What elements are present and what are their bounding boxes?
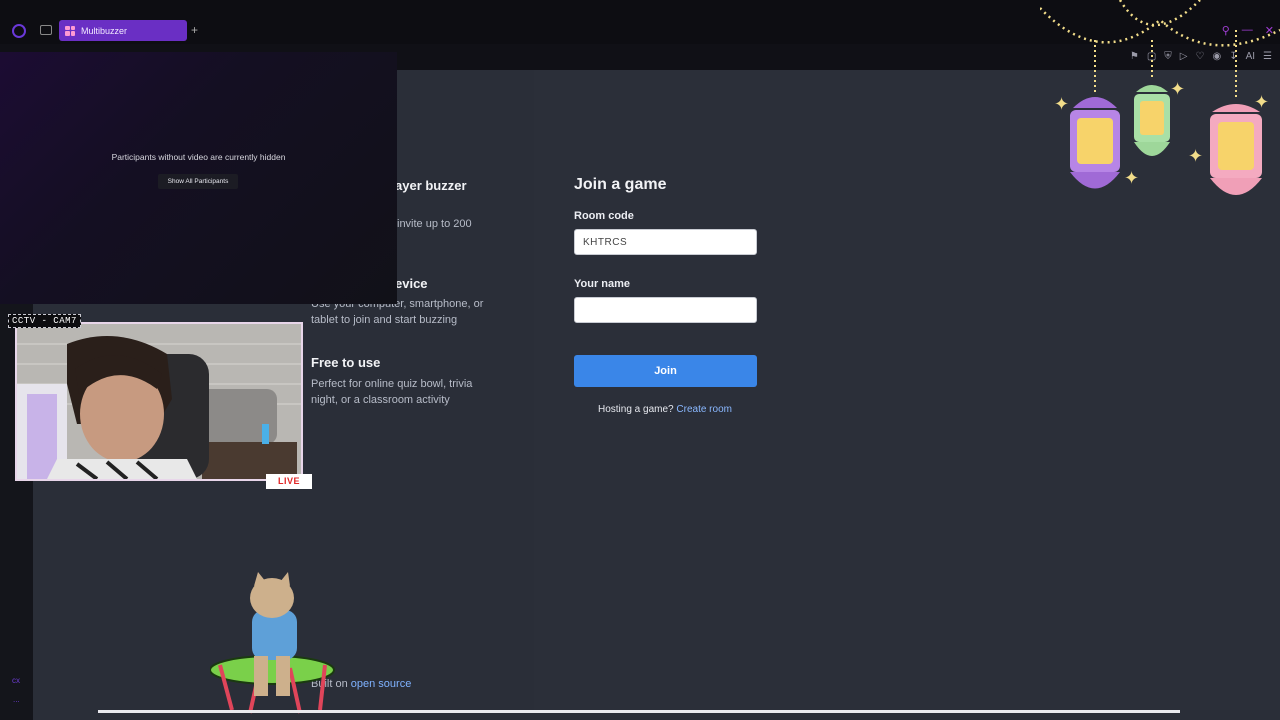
tab-overview-icon[interactable] xyxy=(40,25,52,35)
svg-text:✦: ✦ xyxy=(1254,92,1269,113)
browser-logo-icon[interactable] xyxy=(12,24,26,38)
webcam-feed xyxy=(15,322,303,481)
screen: Multibuzzer + ⚲ — ✕ ⚑ ▢ ⛨ ▷ ♡ ◉ ↧ AI ☰ c… xyxy=(0,0,1280,720)
svg-text:✦: ✦ xyxy=(1124,168,1139,189)
live-badge: LIVE xyxy=(266,474,312,489)
open-source-link[interactable]: open source xyxy=(351,678,412,690)
new-tab-button[interactable]: + xyxy=(191,23,198,37)
your-name-input[interactable] xyxy=(574,297,757,323)
lantern-decoration: ✦ ✦ ✦ ✦ ✦ xyxy=(1040,0,1280,195)
feature-title-2: evice xyxy=(395,276,428,291)
show-all-participants-button[interactable]: Show All Participants xyxy=(158,174,238,189)
feature-title-1: ayer buzzer xyxy=(395,178,467,193)
webcam-label: CCTV - CAM7 xyxy=(8,314,81,328)
participants-panel: Participants without video are currently… xyxy=(0,52,397,304)
hosting-prefix: Hosting a game? xyxy=(598,404,674,415)
svg-text:✦: ✦ xyxy=(1188,146,1203,167)
tab-title: Multibuzzer xyxy=(81,25,128,36)
progress-line xyxy=(98,710,1180,713)
cat-skateboard-overlay xyxy=(210,572,335,714)
feature-title-3: Free to use xyxy=(311,355,381,370)
feature-text-1: invite up to 200 xyxy=(397,218,472,230)
svg-text:✦: ✦ xyxy=(1054,94,1069,115)
feature-text-3: Perfect for online quiz bowl, trivia nig… xyxy=(311,378,473,406)
room-code-label: Room code xyxy=(574,210,634,222)
svg-text:✦: ✦ xyxy=(1170,79,1185,100)
your-name-label: Your name xyxy=(574,278,631,290)
hosting-line: Hosting a game? Create room xyxy=(598,404,732,415)
app-grid-icon xyxy=(65,25,75,36)
sidebar-more-icon[interactable]: ... xyxy=(13,695,20,704)
join-button[interactable]: Join xyxy=(574,355,757,387)
participants-hidden-message: Participants without video are currently… xyxy=(111,152,286,162)
join-title: Join a game xyxy=(574,176,667,193)
tab-multibuzzer[interactable]: Multibuzzer xyxy=(59,20,187,41)
create-room-link[interactable]: Create room xyxy=(676,404,732,415)
room-code-input[interactable] xyxy=(574,229,757,255)
webcam-image xyxy=(17,324,301,479)
sidebar-bottom-item[interactable]: cx xyxy=(12,676,20,685)
